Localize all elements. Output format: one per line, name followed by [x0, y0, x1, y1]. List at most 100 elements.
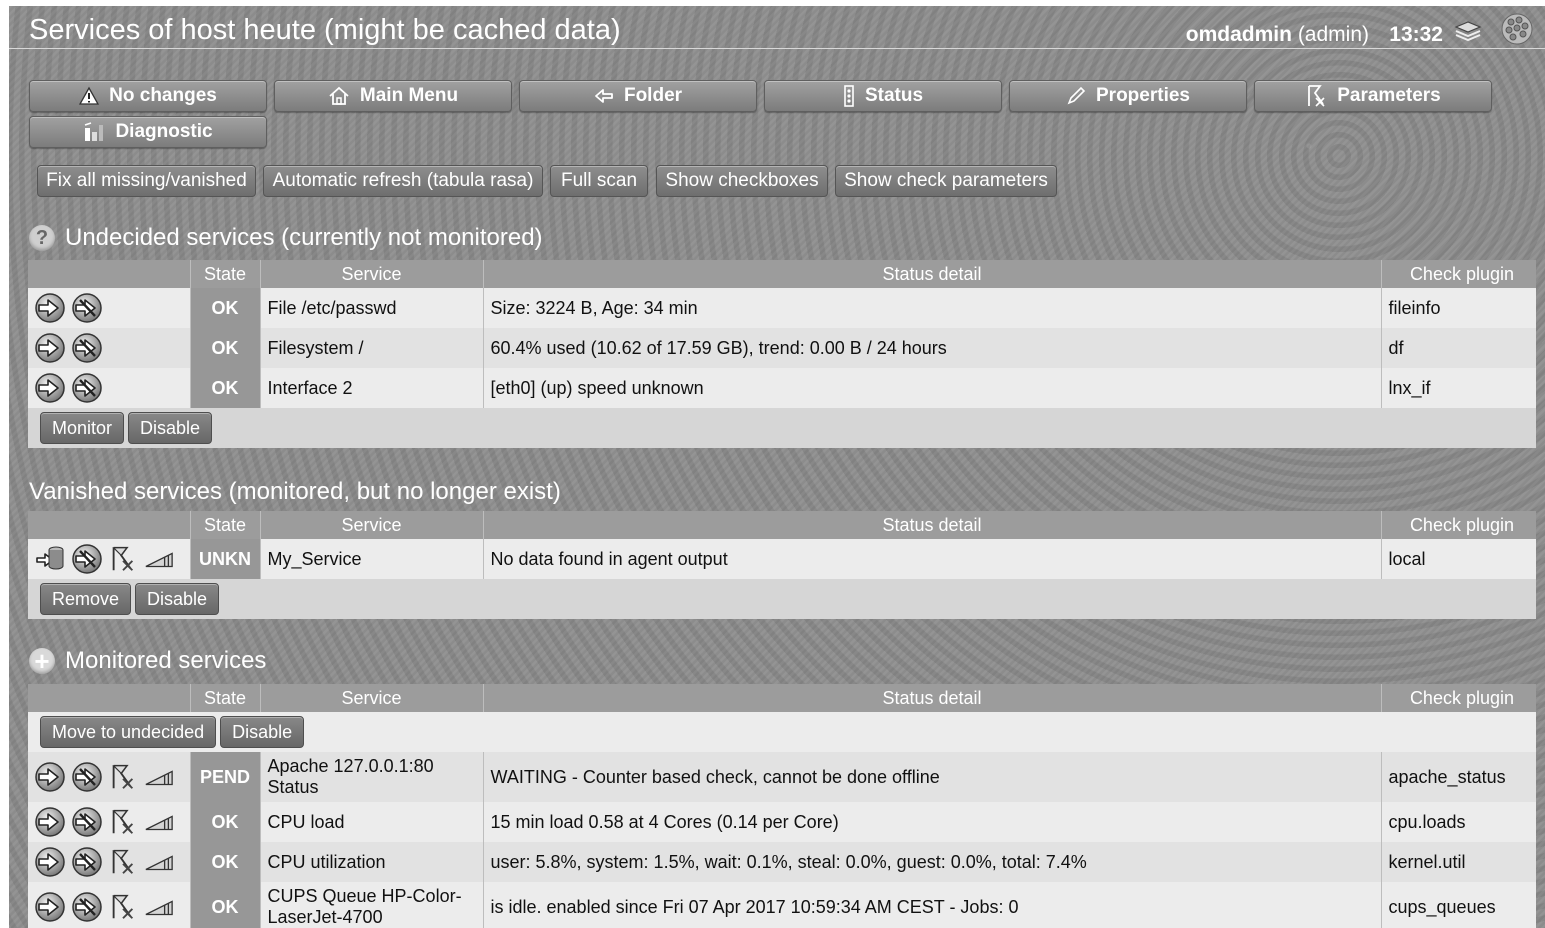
service-name: Filesystem /: [259, 328, 483, 368]
undecided-title: Undecided services (currently not monito…: [65, 224, 543, 251]
graph-icon[interactable]: [143, 762, 175, 792]
check-parameters-icon[interactable]: [108, 807, 138, 837]
plugin-column-header: Check plugin: [1380, 260, 1536, 288]
disable-button[interactable]: Disable: [128, 412, 213, 444]
user-info[interactable]: omdadmin (admin): [1186, 23, 1369, 47]
parameters-button[interactable]: Parameters: [1254, 80, 1492, 112]
disable-button[interactable]: Disable: [135, 583, 220, 615]
icons-column-header: [28, 260, 190, 288]
remove-service-icon[interactable]: [34, 543, 66, 575]
detail-column-header: Status detail: [482, 260, 1381, 288]
vanished-title: Vanished services (monitored, but no lon…: [29, 478, 561, 505]
disable-service-icon[interactable]: [71, 846, 103, 878]
state-badge: OK: [189, 368, 260, 408]
diagnostic-label: Diagnostic: [115, 121, 213, 142]
disable-service-icon[interactable]: [71, 372, 103, 404]
check-plugin: kernel.util: [1380, 842, 1536, 882]
state-badge: UNKN: [189, 539, 260, 579]
table-header: State Service Status detail Check plugin: [28, 511, 1536, 539]
no-changes-label: No changes: [109, 85, 217, 106]
monitor-service-icon[interactable]: [34, 332, 66, 364]
monitored-title: Monitored services: [65, 647, 267, 674]
disable-button[interactable]: Disable: [220, 716, 305, 748]
expand-plus-icon[interactable]: +: [29, 646, 55, 676]
disable-service-icon[interactable]: [71, 891, 103, 923]
status-detail: WAITING - Counter based check, cannot be…: [482, 752, 1381, 802]
show-checkboxes-button[interactable]: Show checkboxes: [656, 165, 828, 197]
graph-icon[interactable]: [143, 892, 175, 922]
service-column-header: Service: [259, 684, 483, 712]
monitor-service-icon[interactable]: [34, 292, 66, 324]
service-name: My_Service: [259, 539, 483, 579]
status-button[interactable]: Status: [764, 80, 1002, 112]
status-detail: No data found in agent output: [482, 539, 1381, 579]
check-parameters-icon[interactable]: [108, 762, 138, 792]
service-name-line1: CUPS Queue HP-Color-: [267, 886, 462, 906]
check-plugin: fileinfo: [1380, 288, 1536, 328]
service-column-header: Service: [259, 511, 483, 539]
table-row: OK CUPS Queue HP-Color- LaserJet-4700 is …: [28, 882, 1536, 928]
check-plugin: cpu.loads: [1380, 802, 1536, 842]
no-changes-button[interactable]: No changes: [29, 80, 267, 112]
table-row: OK Filesystem / 60.4% used (10.62 of 17.…: [28, 328, 1536, 368]
user-role: (admin): [1297, 23, 1369, 46]
vanished-section-title: Vanished services (monitored, but no lon…: [29, 478, 561, 506]
service-name: CPU load: [259, 802, 483, 842]
disable-service-icon[interactable]: [71, 761, 103, 793]
folder-label: Folder: [623, 85, 683, 106]
help-icon[interactable]: ?: [29, 225, 55, 251]
move-to-undecided-icon[interactable]: [34, 761, 66, 793]
check-parameters-icon[interactable]: [108, 892, 138, 922]
move-to-undecided-icon[interactable]: [34, 806, 66, 838]
page-title: Services of host heute (might be cached …: [29, 14, 621, 46]
full-scan-button[interactable]: Full scan: [550, 165, 648, 197]
logo-ball-icon[interactable]: [1499, 12, 1535, 51]
state-column-header: State: [189, 260, 260, 288]
folder-button[interactable]: Folder: [519, 80, 757, 112]
plugin-column-header: Check plugin: [1380, 684, 1536, 712]
diagnostic-icon: [85, 122, 104, 141]
monitored-section-title[interactable]: + Monitored services: [29, 646, 267, 676]
move-to-undecided-icon[interactable]: [34, 891, 66, 923]
graph-icon[interactable]: [143, 807, 175, 837]
monitor-service-icon[interactable]: [34, 372, 66, 404]
check-parameters-icon[interactable]: [108, 544, 138, 574]
check-plugin: local: [1380, 539, 1536, 579]
disable-service-icon[interactable]: [71, 292, 103, 324]
state-column-header: State: [189, 684, 260, 712]
vanished-button-row: Remove Disable: [28, 579, 1536, 619]
stack-icon[interactable]: [1453, 20, 1483, 49]
check-plugin: df: [1380, 328, 1536, 368]
pencil-icon: [1067, 86, 1086, 105]
status-detail: user: 5.8%, system: 1.5%, wait: 0.1%, st…: [482, 842, 1381, 882]
fix-all-button[interactable]: Fix all missing/vanished: [37, 165, 256, 197]
diagnostic-button[interactable]: Diagnostic: [29, 116, 267, 148]
graph-icon[interactable]: [143, 544, 175, 574]
state-column-header: State: [189, 511, 260, 539]
check-parameters-icon[interactable]: [108, 847, 138, 877]
move-to-undecided-button[interactable]: Move to undecided: [40, 716, 217, 748]
disable-service-icon[interactable]: [71, 332, 103, 364]
vanished-table: State Service Status detail Check plugin…: [28, 511, 1536, 619]
service-name: CUPS Queue HP-Color- LaserJet-4700: [259, 882, 483, 928]
undecided-section-title[interactable]: ? Undecided services (currently not moni…: [29, 224, 543, 252]
clock: 13:32: [1389, 23, 1443, 46]
move-to-undecided-icon[interactable]: [34, 846, 66, 878]
back-arrow-icon: [595, 89, 613, 103]
show-check-parameters-button[interactable]: Show check parameters: [835, 165, 1057, 197]
remove-button[interactable]: Remove: [40, 583, 132, 615]
properties-label: Properties: [1096, 85, 1190, 106]
undecided-table: State Service Status detail Check plugin…: [28, 260, 1536, 448]
state-badge: OK: [189, 288, 260, 328]
table-row: OK File /etc/passwd Size: 3224 B, Age: 3…: [28, 288, 1536, 328]
username[interactable]: omdadmin: [1186, 23, 1292, 46]
disable-service-icon[interactable]: [71, 543, 103, 575]
monitor-button[interactable]: Monitor: [40, 412, 125, 444]
disable-service-icon[interactable]: [71, 806, 103, 838]
properties-button[interactable]: Properties: [1009, 80, 1247, 112]
automatic-refresh-button[interactable]: Automatic refresh (tabula rasa): [263, 165, 543, 197]
status-detail: Size: 3224 B, Age: 34 min: [482, 288, 1381, 328]
detail-column-header: Status detail: [482, 511, 1381, 539]
graph-icon[interactable]: [143, 847, 175, 877]
main-menu-button[interactable]: Main Menu: [274, 80, 512, 112]
